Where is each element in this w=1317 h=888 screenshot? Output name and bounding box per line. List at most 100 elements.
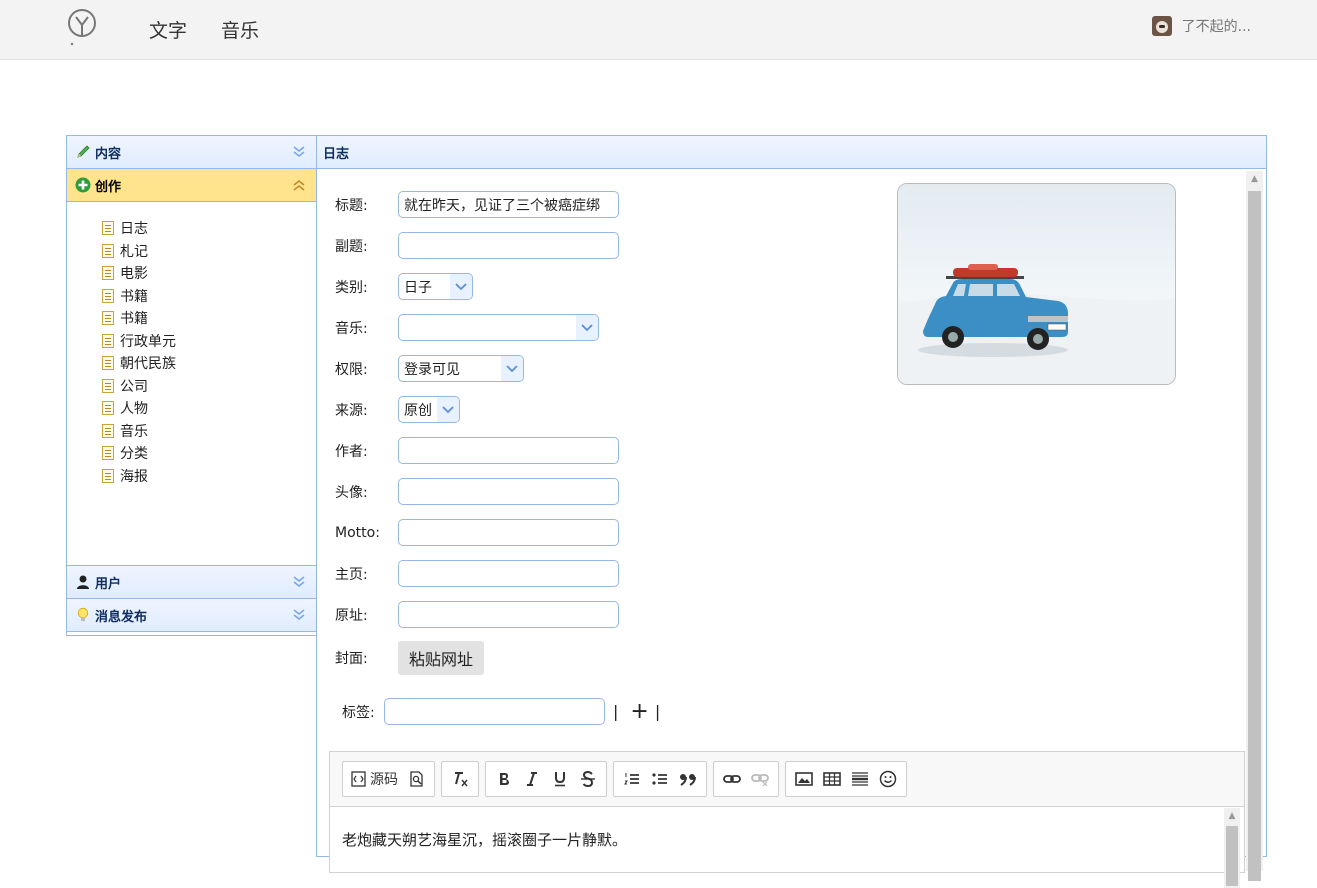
scroll-up-arrow-icon[interactable]: ▲ — [1224, 808, 1240, 824]
remove-format-button[interactable] — [446, 765, 474, 793]
top-navbar: 文字 音乐 了不起的... — [0, 0, 1317, 60]
subtitle-input[interactable] — [398, 232, 619, 259]
toolbar-group-lists — [613, 761, 707, 797]
accordion-title: 消息发布 — [95, 609, 148, 625]
sidebar-item[interactable]: 音乐 — [67, 420, 316, 443]
avatar-input[interactable] — [398, 478, 619, 505]
numbered-list-icon — [624, 773, 639, 785]
chevron-double-down-icon[interactable] — [292, 608, 306, 622]
sidebar-item-label: 人物 — [120, 401, 148, 418]
link-button[interactable] — [718, 765, 746, 793]
title-input[interactable]: 就在昨天，见证了三个被癌症绑 — [398, 191, 619, 218]
chevron-double-up-icon[interactable] — [292, 178, 306, 192]
origin-label: 原址: — [335, 607, 368, 624]
scroll-up-arrow-icon[interactable]: ▲ — [1246, 171, 1263, 187]
music-row: 音乐: — [335, 314, 599, 341]
bullet-list-button[interactable] — [646, 765, 674, 793]
source-value: 原创 — [404, 402, 432, 419]
subtitle-label: 副题: — [335, 238, 368, 255]
plus-icon — [75, 177, 91, 193]
accordion-header-messages[interactable]: 消息发布 — [67, 599, 316, 632]
smiley-icon — [879, 770, 897, 788]
sidebar-item[interactable]: 分类 — [67, 442, 316, 465]
origin-row: 原址: — [335, 601, 619, 628]
sidebar-item[interactable]: 书籍 — [67, 307, 316, 330]
accordion-title: 创作 — [95, 179, 122, 195]
sidebar-item[interactable]: 札记 — [67, 240, 316, 263]
source-row: 来源: 原创 — [335, 396, 460, 423]
accordion-header-content[interactable]: 内容 — [67, 136, 316, 169]
sidebar-item[interactable]: 朝代民族 — [67, 352, 316, 375]
toolbar-group-insert — [785, 761, 907, 797]
toolbar-group-document: 源码 — [342, 761, 435, 797]
numbered-list-button[interactable] — [618, 765, 646, 793]
author-input[interactable] — [398, 437, 619, 464]
sidebar-item-label: 札记 — [120, 243, 148, 260]
document-icon — [102, 221, 114, 236]
document-icon — [102, 401, 114, 416]
document-icon — [102, 266, 114, 281]
music-select[interactable] — [398, 314, 599, 341]
sidebar-item-label: 海报 — [120, 468, 148, 485]
link-icon — [723, 775, 741, 783]
add-tag-button[interactable]: + — [630, 700, 648, 722]
source-label: 来源: — [335, 402, 368, 419]
remove-format-icon — [455, 772, 468, 787]
paste-url-button[interactable]: 粘贴网址 — [398, 641, 485, 675]
lightbulb-icon — [75, 607, 91, 623]
subtitle-row: 副题: — [335, 232, 619, 259]
category-select[interactable]: 日子 — [398, 273, 473, 300]
sidebar-item[interactable]: 行政单元 — [67, 330, 316, 353]
chevron-double-down-icon[interactable] — [292, 145, 306, 159]
source-select[interactable]: 原创 — [398, 396, 460, 423]
unlink-icon — [751, 774, 769, 786]
horizontal-rule-button[interactable] — [846, 765, 874, 793]
logo-icon[interactable] — [64, 8, 100, 48]
user-name[interactable]: 了不起的... — [1182, 16, 1251, 36]
document-icon — [102, 378, 114, 393]
origin-input[interactable] — [398, 601, 619, 628]
homepage-row: 主页: — [335, 560, 619, 587]
chevron-down-icon[interactable] — [450, 274, 472, 299]
emoji-button[interactable] — [874, 765, 902, 793]
chevron-down-icon[interactable] — [576, 315, 598, 340]
tags-input[interactable] — [384, 698, 605, 725]
table-button[interactable] — [818, 765, 846, 793]
title-row: 标题: 就在昨天，见证了三个被癌症绑 — [335, 191, 619, 218]
sidebar-item-label: 书籍 — [120, 288, 148, 305]
panel-scroll-thumb[interactable] — [1248, 191, 1261, 881]
sidebar-item[interactable]: 日志 — [67, 217, 316, 240]
editor-scrollbar[interactable]: ▲ — [1224, 808, 1240, 888]
panel-scrollbar[interactable]: ▲ — [1246, 171, 1263, 881]
source-button[interactable]: 源码 — [347, 765, 402, 793]
preview-button[interactable] — [402, 765, 430, 793]
editor-scroll-thumb[interactable] — [1226, 826, 1238, 886]
title-label: 标题: — [335, 197, 368, 214]
chevron-down-icon[interactable] — [501, 356, 523, 381]
sidebar-item[interactable]: 海报 — [67, 465, 316, 488]
sidebar-item[interactable]: 公司 — [67, 375, 316, 398]
italic-button[interactable] — [518, 765, 546, 793]
author-label: 作者: — [335, 443, 368, 460]
underline-button[interactable] — [546, 765, 574, 793]
blockquote-button[interactable] — [674, 765, 702, 793]
motto-input[interactable] — [398, 519, 619, 546]
nav-link-text[interactable]: 文字 — [149, 16, 187, 43]
user-menu[interactable]: 了不起的... — [1151, 16, 1251, 36]
homepage-input[interactable] — [398, 560, 619, 587]
permission-select[interactable]: 登录可见 — [398, 355, 524, 382]
nav-link-music[interactable]: 音乐 — [221, 16, 259, 43]
unlink-button[interactable] — [746, 765, 774, 793]
image-button[interactable] — [790, 765, 818, 793]
sidebar-item[interactable]: 书籍 — [67, 285, 316, 308]
bold-button[interactable] — [490, 765, 518, 793]
avatar[interactable] — [1151, 16, 1172, 36]
chevron-double-down-icon[interactable] — [292, 575, 306, 589]
sidebar-item[interactable]: 人物 — [67, 397, 316, 420]
accordion-header-users[interactable]: 用户 — [67, 566, 316, 599]
editor-content[interactable]: 老炮藏天朔艺海星沉，摇滚圈子一片静默。 — [330, 807, 1244, 850]
strikethrough-button[interactable] — [574, 765, 602, 793]
sidebar-item[interactable]: 电影 — [67, 262, 316, 285]
accordion-header-create[interactable]: 创作 — [67, 169, 316, 202]
chevron-down-icon[interactable] — [437, 397, 459, 422]
